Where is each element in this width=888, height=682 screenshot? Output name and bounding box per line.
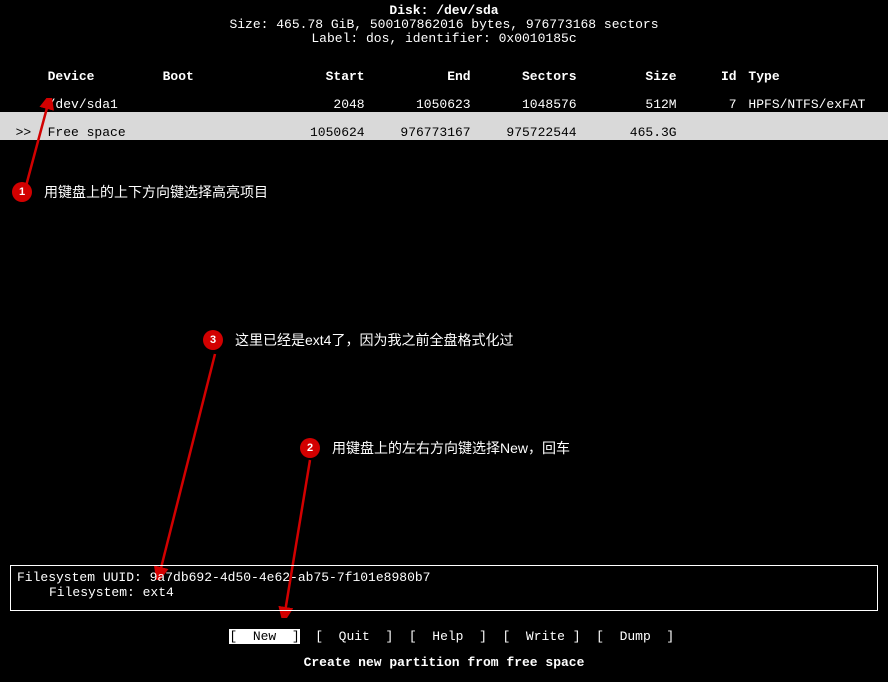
menu-new[interactable]: [ New ] — [229, 629, 299, 644]
menu-write[interactable]: [ Write ] — [503, 629, 581, 644]
annotation-1: 1 用键盘上的上下方向键选择高亮项目 — [12, 182, 268, 202]
disk-size: Size: 465.78 GiB, 500107862016 bytes, 97… — [0, 18, 888, 32]
arrow-icon — [150, 350, 230, 580]
action-menu: [ New ] [ Quit ] [ Help ] [ Write ] [ Du… — [0, 616, 888, 644]
disk-label: Label: dos, identifier: 0x0010185c — [0, 32, 888, 46]
fs-type: ext4 — [143, 585, 174, 600]
annotation-2: 2 用键盘上的左右方向键选择New，回车 — [300, 438, 570, 458]
filesystem-info-box: Filesystem UUID: 9a7db692-4d50-4e62-ab75… — [10, 565, 878, 611]
fs-uuid: 9a7db692-4d50-4e62-ab75-7f101e8980b7 — [150, 570, 431, 585]
partition-row[interactable]: /dev/sda1204810506231048576512M7 HPFS/NT… — [0, 84, 888, 112]
menu-quit[interactable]: [ Quit ] — [315, 629, 393, 644]
menu-help[interactable]: [ Help ] — [409, 629, 487, 644]
disk-title: Disk: /dev/sda — [0, 4, 888, 18]
status-hint: Create new partition from free space — [0, 656, 888, 670]
menu-dump[interactable]: [ Dump ] — [596, 629, 674, 644]
partition-table-header: DeviceBootStartEndSectorsSizeId Type — [0, 56, 888, 84]
badge-icon: 2 — [300, 438, 320, 458]
badge-icon: 3 — [203, 330, 223, 350]
annotation-3: 3 这里已经是ext4了，因为我之前全盘格式化过 — [203, 330, 513, 350]
partition-row-selected[interactable]: >>Free space1050624976773167975722544465… — [0, 112, 888, 140]
badge-icon: 1 — [12, 182, 32, 202]
